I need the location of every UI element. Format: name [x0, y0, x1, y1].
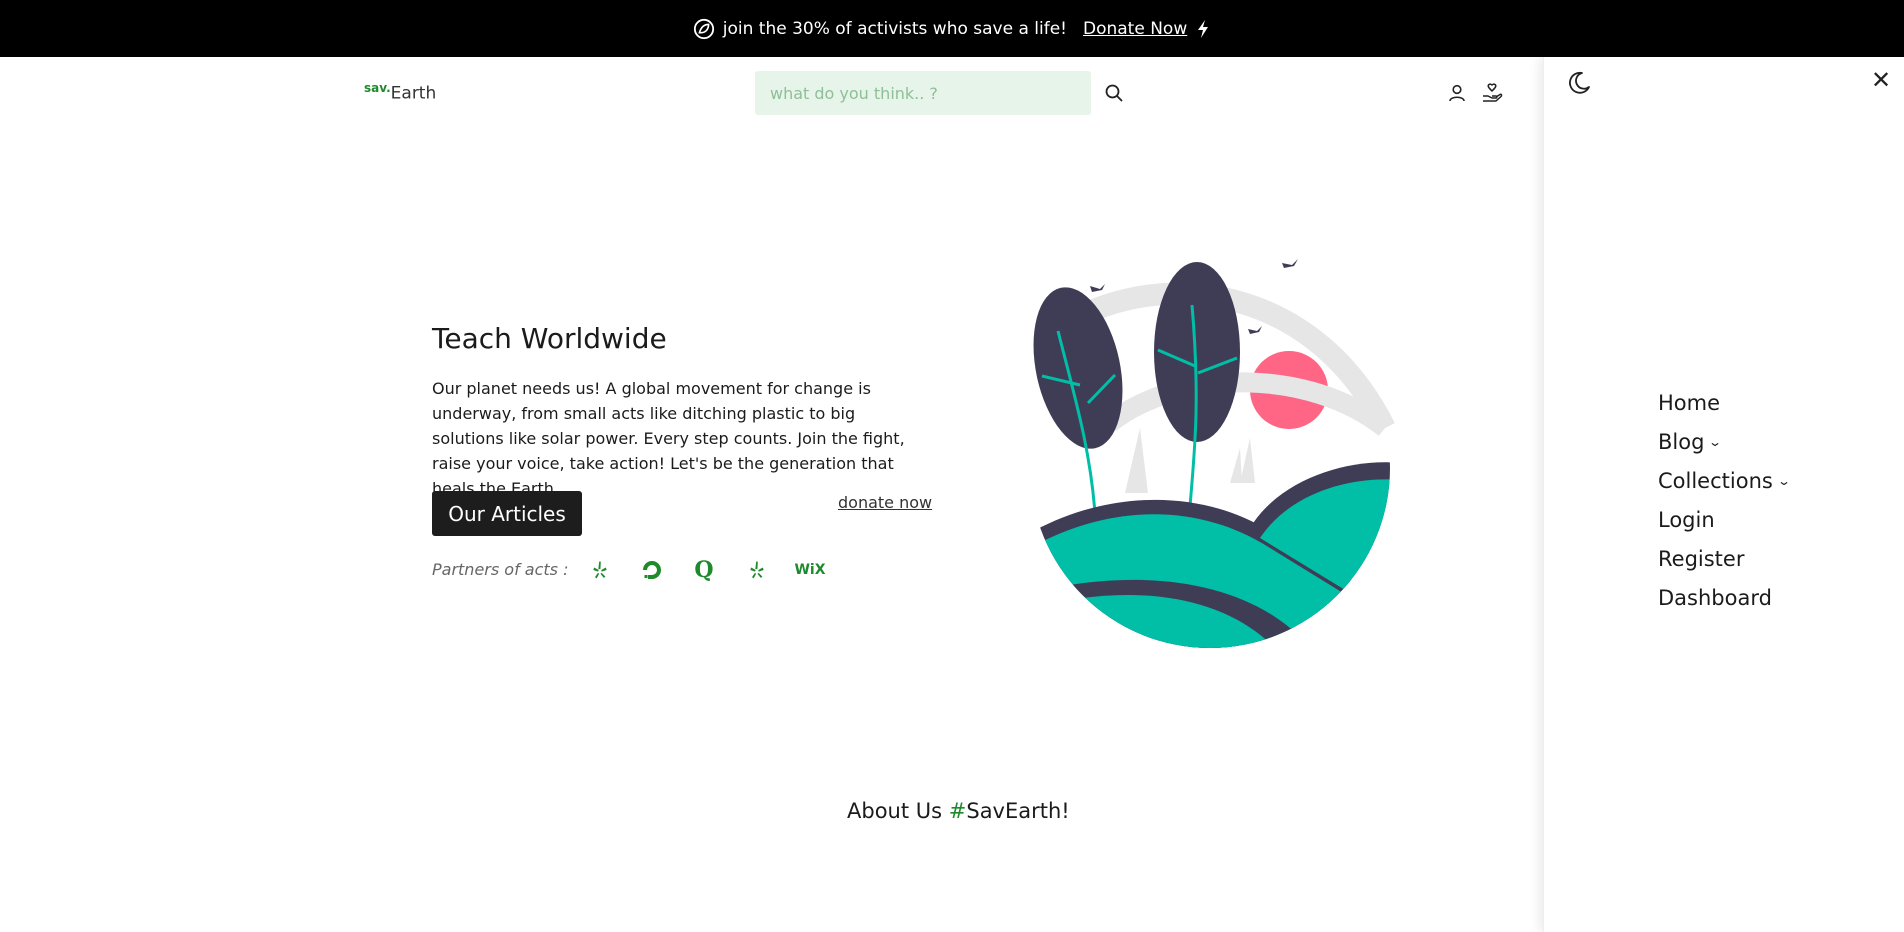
wix-icon[interactable]: WiX [794, 557, 825, 583]
our-articles-button[interactable]: Our Articles [432, 491, 582, 536]
close-icon[interactable]: ✕ [1869, 68, 1893, 92]
nav-item-label: Collections [1658, 468, 1773, 493]
leaf-icon [693, 18, 715, 40]
logo-prefix: sav. [364, 81, 391, 95]
about-suffix: SavEarth! [966, 799, 1070, 823]
announcement-text: join the 30% of activists who save a lif… [722, 18, 1067, 39]
nature-illustration [1030, 259, 1395, 648]
about-heading: About Us #SavEarth! [847, 799, 1070, 823]
about-hash: # [948, 799, 967, 823]
nav-item-home[interactable]: Home [1658, 383, 1789, 422]
nav-item-login[interactable]: Login [1658, 500, 1789, 539]
side-nav-panel: ✕ Home Blog ⌄ Collections ⌄ Login Register… [1543, 57, 1904, 932]
digitalocean-icon[interactable] [639, 557, 665, 583]
nav-item-label: Home [1658, 390, 1721, 415]
hero-paragraph: Our planet needs us! A global movement f… [432, 379, 905, 498]
logo-name: Earth [390, 83, 437, 104]
yelp-icon[interactable] [744, 557, 770, 583]
chevron-down-icon: ⌄ [1776, 473, 1791, 488]
nav-item-blog[interactable]: Blog ⌄ [1658, 422, 1789, 461]
search-icon[interactable] [1104, 83, 1124, 103]
nav-item-dashboard[interactable]: Dashboard [1658, 578, 1789, 617]
donate-now-text-link[interactable]: donate now [838, 493, 932, 512]
nav-item-collections[interactable]: Collections ⌄ [1658, 461, 1791, 500]
nav-item-label: Blog [1658, 429, 1705, 454]
side-nav-list: Home Blog ⌄ Collections ⌄ Login Register D… [1658, 383, 1791, 617]
moon-icon[interactable] [1566, 70, 1592, 96]
quora-icon[interactable]: Q [691, 557, 717, 583]
site-logo[interactable]: sav.Earth [364, 81, 436, 104]
yelp-icon[interactable] [587, 557, 613, 583]
nav-item-register[interactable]: Register [1658, 539, 1789, 578]
about-prefix: About Us [847, 799, 949, 823]
nav-item-label: Dashboard [1658, 585, 1772, 610]
donate-now-link[interactable]: Donate Now [1083, 19, 1187, 39]
chevron-down-icon: ⌄ [1708, 434, 1723, 449]
partners-label: Partners of acts : [432, 560, 569, 579]
announcement-bar: join the 30% of activists who save a lif… [0, 0, 1904, 57]
nav-item-label: Register [1658, 546, 1745, 571]
bolt-icon [1195, 19, 1211, 39]
search-input[interactable] [755, 71, 1091, 115]
user-icon[interactable] [1447, 83, 1467, 103]
nav-item-label: Login [1658, 507, 1715, 532]
hand-heart-icon[interactable] [1481, 82, 1503, 104]
hero-title: Teach Worldwide [432, 322, 667, 355]
